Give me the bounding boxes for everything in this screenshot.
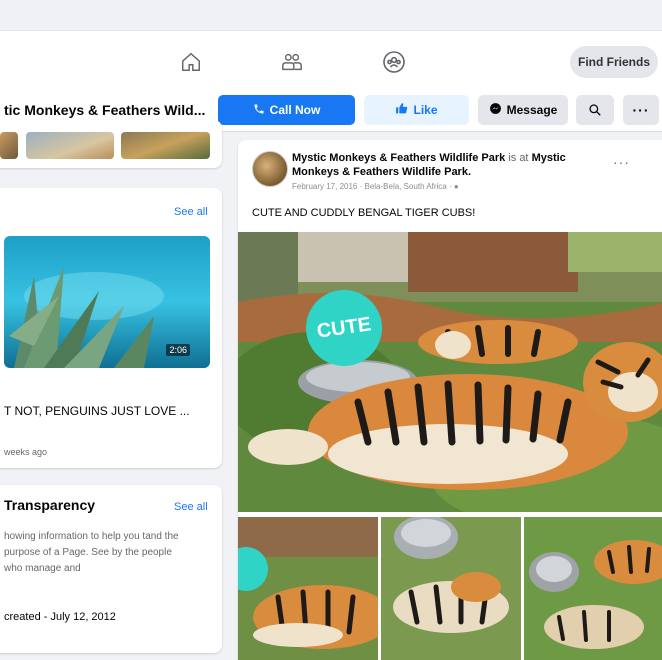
post-author-link[interactable]: Mystic Monkeys & Feathers Wildlife Park bbox=[292, 152, 505, 164]
post-header: Mystic Monkeys & Feathers Wildlife Park … bbox=[292, 151, 612, 179]
post-card: Mystic Monkeys & Feathers Wildlife Park … bbox=[238, 140, 662, 660]
page-name: tic Monkeys & Feathers Wild... bbox=[4, 102, 206, 118]
page-transparency-card: Transparency See all howing information … bbox=[0, 485, 222, 653]
find-friends-button[interactable]: Find Friends bbox=[570, 46, 658, 78]
more-options-button[interactable]: ··· bbox=[623, 95, 659, 125]
page-created-date: created - July 12, 2012 bbox=[4, 611, 116, 623]
like-label: Like bbox=[413, 103, 438, 117]
messenger-icon bbox=[489, 102, 502, 118]
photo-thumbnail[interactable] bbox=[0, 132, 18, 159]
post-date-text: February 17, 2016 · Bela-Bela, South Afr… bbox=[292, 182, 452, 191]
tiger-cubs-thumbnail-3 bbox=[524, 517, 662, 660]
call-now-label: Call Now bbox=[269, 103, 321, 117]
home-icon[interactable] bbox=[176, 47, 206, 77]
browser-top-strip bbox=[0, 0, 662, 31]
like-page-button[interactable]: Like bbox=[364, 95, 469, 125]
post-text: CUTE AND CUDDLY BENGAL TIGER CUBS! bbox=[252, 207, 476, 219]
globe-icon: ● bbox=[453, 182, 459, 191]
thumbs-up-icon bbox=[395, 102, 408, 118]
post-photo-thumbnail[interactable] bbox=[381, 517, 521, 660]
photo-thumbnail[interactable] bbox=[121, 132, 210, 159]
photos-card bbox=[0, 120, 222, 168]
post-photo-thumbnail[interactable] bbox=[524, 517, 662, 660]
transparency-see-all-link[interactable]: See all bbox=[174, 501, 208, 513]
message-button[interactable]: Message bbox=[478, 95, 568, 125]
video-thumbnail[interactable]: 2:06 bbox=[4, 236, 210, 368]
post-options-icon[interactable]: ··· bbox=[613, 154, 630, 170]
transparency-title: Transparency bbox=[4, 497, 96, 513]
tiger-cubs-thumbnail-1 bbox=[238, 517, 378, 660]
post-main-photo[interactable]: CUTE bbox=[238, 232, 662, 512]
video-duration: 2:06 bbox=[166, 344, 190, 356]
post-date[interactable]: February 17, 2016 · Bela-Bela, South Afr… bbox=[292, 182, 459, 191]
top-navigation-bar: Find Friends bbox=[0, 31, 662, 90]
groups-icon[interactable] bbox=[379, 47, 409, 77]
transparency-description: howing information to help you tand the … bbox=[4, 531, 179, 574]
avatar[interactable] bbox=[252, 151, 288, 187]
videos-see-all-link[interactable]: See all bbox=[174, 206, 208, 218]
post-is-at: is at bbox=[508, 152, 529, 164]
post-photo-thumbnail[interactable] bbox=[238, 517, 378, 660]
tiger-cubs-image bbox=[238, 232, 662, 512]
friends-icon[interactable] bbox=[277, 47, 307, 77]
search-icon[interactable] bbox=[576, 95, 614, 125]
videos-card: See all 2:06 T NOT, PENGUINS JUST LOVE .… bbox=[0, 188, 222, 468]
phone-icon bbox=[253, 103, 265, 118]
ellipsis-icon: ··· bbox=[632, 102, 650, 118]
message-label: Message bbox=[506, 103, 558, 117]
video-timestamp: weeks ago bbox=[4, 447, 48, 457]
video-title[interactable]: T NOT, PENGUINS JUST LOVE ... bbox=[4, 404, 190, 418]
tiger-cubs-thumbnail-2 bbox=[381, 517, 521, 660]
call-now-button[interactable]: Call Now bbox=[218, 95, 355, 125]
photo-thumbnail[interactable] bbox=[26, 132, 114, 159]
